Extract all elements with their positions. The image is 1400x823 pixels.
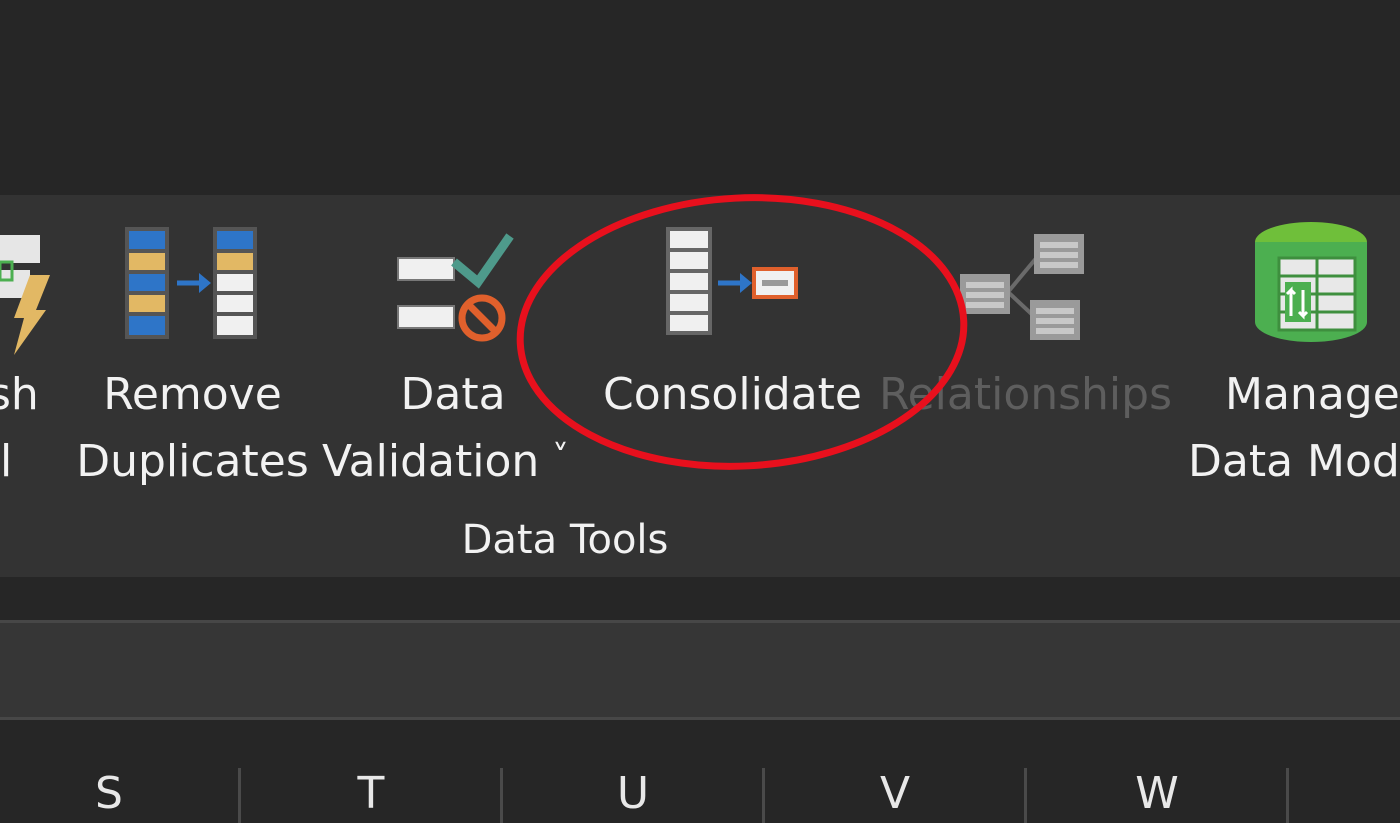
remove-duplicates-button[interactable]: Remove Duplicates — [75, 220, 310, 500]
flash-fill-button[interactable]: sh l — [0, 220, 60, 500]
column-header-u[interactable]: U — [503, 765, 763, 823]
flash-fill-label-2: l — [0, 436, 13, 487]
data-validation-icon — [397, 233, 514, 342]
column-header-t[interactable]: T — [241, 765, 501, 823]
data-validation-label-2: Validation — [322, 436, 540, 487]
data-tools-group-label: Data Tools — [461, 517, 669, 563]
flash-fill-icon — [0, 235, 50, 355]
title-area — [0, 0, 1400, 195]
remove-duplicates-icon — [125, 227, 257, 339]
column-divider[interactable] — [1286, 768, 1289, 823]
manage-data-model-icon — [1255, 222, 1367, 342]
formula-bar[interactable] — [0, 620, 1400, 720]
column-header-w[interactable]: W — [1027, 765, 1287, 823]
consolidate-icon — [666, 227, 798, 335]
data-validation-label-1: Data — [400, 369, 506, 420]
chevron-down-icon[interactable]: ˅ — [552, 428, 569, 488]
remove-duplicates-label-2: Duplicates — [76, 436, 309, 487]
relationships-label: Relationships — [878, 369, 1173, 420]
relationships-button[interactable]: Relationships — [878, 220, 1173, 430]
ribbon-separator — [0, 577, 1400, 620]
manage-data-model-label-2: Data Mod — [1188, 436, 1400, 487]
excel-window: sh l Remove Duplicates — [0, 0, 1400, 823]
flash-fill-label-1: sh — [0, 369, 39, 420]
consolidate-label: Consolidate — [602, 369, 863, 420]
column-header-s[interactable]: S — [0, 765, 218, 823]
consolidate-button[interactable]: Consolidate — [590, 220, 875, 430]
relationships-icon — [960, 234, 1084, 340]
manage-data-model-label-1: Manage — [1225, 369, 1400, 420]
column-header-v[interactable]: V — [765, 765, 1025, 823]
remove-duplicates-label-1: Remove — [103, 369, 282, 420]
manage-data-model-button[interactable]: Manage Data Mod — [1185, 220, 1400, 500]
data-validation-button[interactable]: Data Validation ˅ — [318, 220, 588, 500]
